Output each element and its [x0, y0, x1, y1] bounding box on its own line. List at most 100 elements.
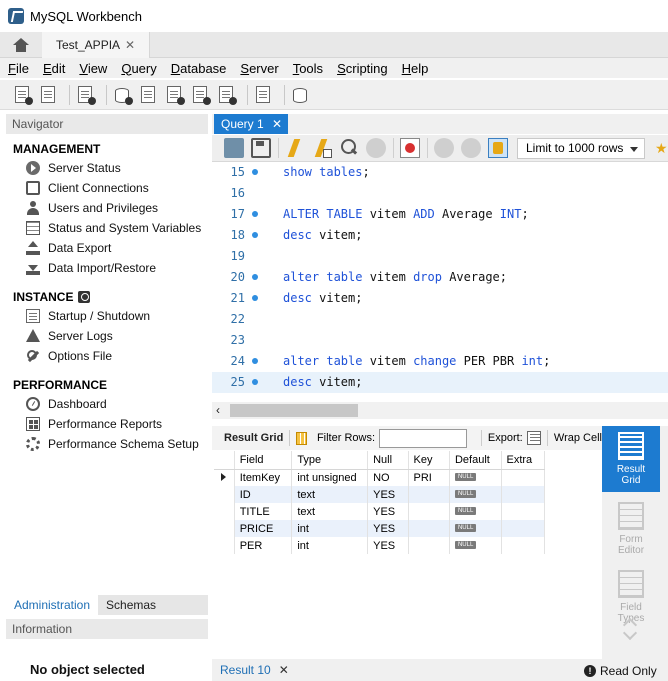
code-line[interactable]: 24 alter table vitem change PER PBR int;	[212, 351, 668, 372]
table-cell[interactable]: ItemKey	[234, 469, 293, 486]
table-cell[interactable]	[408, 503, 450, 520]
table-cell[interactable]	[408, 486, 450, 503]
reconnect-button[interactable]	[290, 84, 312, 106]
table-cell[interactable]: int	[291, 537, 369, 554]
grid-icon[interactable]	[296, 431, 307, 445]
table-cell[interactable]: int	[291, 520, 369, 537]
limit-rows-select[interactable]: Limit to 1000 rows	[517, 137, 645, 159]
expand-chevron-icon[interactable]	[623, 618, 637, 640]
table-cell[interactable]: PRICE	[234, 520, 293, 537]
table-cell[interactable]	[408, 520, 450, 537]
table-cell[interactable]: int unsigned	[291, 469, 369, 486]
scroll-left-icon[interactable]: ‹	[216, 403, 220, 417]
rollback-button[interactable]	[461, 138, 481, 158]
nav-item-startup-shutdown[interactable]: Startup / Shutdown	[6, 306, 208, 326]
table-cell[interactable]: YES	[367, 503, 409, 520]
open-sql-script-button[interactable]	[38, 84, 60, 106]
code-line[interactable]: 23	[212, 330, 668, 351]
menu-item[interactable]: Edit	[43, 61, 65, 76]
column-header-type[interactable]: Type	[291, 451, 369, 470]
create-view-button[interactable]	[164, 84, 186, 106]
tab-administration[interactable]: Administration	[6, 595, 99, 615]
row-marker[interactable]	[214, 469, 235, 486]
nav-item-options-file[interactable]: Options File	[6, 346, 208, 366]
table-row[interactable]: ID text YES NULL	[214, 486, 545, 503]
save-button[interactable]	[251, 138, 271, 158]
export-icon[interactable]	[526, 431, 542, 445]
nav-item-performance-schema-setup[interactable]: Performance Schema Setup	[6, 434, 208, 454]
form-editor-view-button[interactable]: Form Editor	[602, 496, 660, 562]
table-cell[interactable]: NULL	[449, 469, 502, 486]
filter-rows-input[interactable]	[379, 428, 468, 448]
table-cell[interactable]	[501, 537, 545, 554]
result-grid[interactable]: Field Type Null Key Default Extra ItemKe…	[214, 451, 545, 554]
nav-item-data-import-restore[interactable]: Data Import/Restore	[6, 258, 208, 278]
column-header-null[interactable]: Null	[367, 451, 409, 470]
table-cell[interactable]	[501, 469, 545, 486]
tab-result-10[interactable]: Result 10 ✕	[220, 663, 289, 677]
create-function-button[interactable]	[216, 84, 238, 106]
close-icon[interactable]: ✕	[125, 38, 135, 52]
row-marker[interactable]	[214, 520, 235, 537]
code-line[interactable]: 22	[212, 309, 668, 330]
table-cell[interactable]: NULL	[449, 503, 502, 520]
row-marker[interactable]	[214, 503, 235, 520]
connection-tab[interactable]: Test_APPIA ✕	[42, 32, 150, 58]
table-cell[interactable]: ID	[234, 486, 293, 503]
table-cell[interactable]	[408, 537, 450, 554]
stop-on-error-toggle[interactable]	[400, 138, 420, 158]
table-cell[interactable]: NULL	[449, 486, 502, 503]
table-cell[interactable]: PER	[234, 537, 293, 554]
menu-item[interactable]: Database	[171, 61, 227, 76]
row-marker[interactable]	[214, 486, 235, 503]
menu-item[interactable]: Scripting	[337, 61, 388, 76]
create-table-button[interactable]	[138, 84, 160, 106]
table-cell[interactable]: NULL	[449, 537, 502, 554]
menu-item[interactable]: File	[8, 61, 29, 76]
table-cell[interactable]: NULL	[449, 520, 502, 537]
table-cell[interactable]: text	[291, 503, 369, 520]
execute-current-button[interactable]	[312, 138, 332, 158]
table-row[interactable]: TITLE text YES NULL	[214, 503, 545, 520]
menu-item[interactable]: View	[79, 61, 107, 76]
nav-item-performance-reports[interactable]: Performance Reports	[6, 414, 208, 434]
menu-item[interactable]: Query	[121, 61, 156, 76]
nav-item-data-export[interactable]: Data Export	[6, 238, 208, 258]
table-cell[interactable]: YES	[367, 520, 409, 537]
code-line[interactable]: 20 alter table vitem drop Average;	[212, 267, 668, 288]
code-line[interactable]: 16	[212, 183, 668, 204]
search-table-data-button[interactable]	[253, 84, 275, 106]
menu-item[interactable]: Help	[402, 61, 429, 76]
open-file-button[interactable]	[224, 138, 244, 158]
tab-query-1[interactable]: Query 1 ✕	[214, 114, 288, 134]
close-icon[interactable]: ✕	[279, 663, 289, 677]
nav-item-dashboard[interactable]: Dashboard	[6, 394, 208, 414]
nav-item-client-connections[interactable]: Client Connections	[6, 178, 208, 198]
nav-item-status-and-system-variables[interactable]: Status and System Variables	[6, 218, 208, 238]
nav-item-users-and-privileges[interactable]: Users and Privileges	[6, 198, 208, 218]
table-cell[interactable]: text	[291, 486, 369, 503]
column-header-field[interactable]: Field	[234, 451, 293, 470]
row-marker[interactable]	[214, 537, 235, 554]
table-cell[interactable]	[501, 503, 545, 520]
table-cell[interactable]: TITLE	[234, 503, 293, 520]
inspector-button[interactable]	[75, 84, 97, 106]
column-header-extra[interactable]: Extra	[501, 451, 545, 470]
table-cell[interactable]: YES	[367, 537, 409, 554]
table-cell[interactable]	[501, 520, 545, 537]
execute-all-button[interactable]	[285, 138, 305, 158]
code-line[interactable]: 17 ALTER TABLE vitem ADD Average INT;	[212, 204, 668, 225]
home-tab[interactable]	[0, 32, 42, 58]
column-header-default[interactable]: Default	[449, 451, 502, 470]
star-icon[interactable]: ★	[655, 140, 667, 156]
code-line[interactable]: 25 desc vitem;	[212, 372, 668, 393]
column-header-key[interactable]: Key	[408, 451, 450, 470]
sql-editor[interactable]: 15 show tables; 16 17 ALTER TABLE vitem ADD …	[212, 162, 668, 402]
code-line[interactable]: 18 desc vitem;	[212, 225, 668, 246]
table-cell[interactable]: NO	[367, 469, 409, 486]
autocommit-toggle[interactable]	[488, 138, 508, 158]
menu-item[interactable]: Tools	[293, 61, 323, 76]
tab-schemas[interactable]: Schemas	[98, 595, 208, 615]
menu-item[interactable]: Server	[240, 61, 278, 76]
close-icon[interactable]: ✕	[272, 114, 282, 134]
